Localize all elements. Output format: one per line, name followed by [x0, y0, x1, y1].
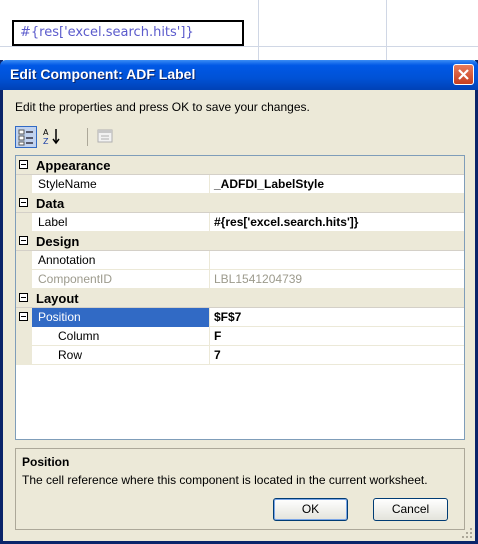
property-name: Position: [38, 310, 81, 324]
property-name: ComponentID: [38, 272, 113, 286]
collapse-icon[interactable]: [19, 236, 28, 245]
property-row-stylename[interactable]: StyleName _ADFDI_LabelStyle: [16, 175, 464, 194]
collapse-icon[interactable]: [19, 312, 28, 321]
property-value: LBL1541204739: [214, 272, 303, 286]
alphabetical-button[interactable]: A Z: [41, 126, 63, 148]
categorized-icon: [18, 129, 33, 146]
property-row-label[interactable]: Label #{res['excel.search.hits']}: [16, 213, 464, 232]
excel-selected-cell[interactable]: #{res['excel.search.hits']}: [12, 20, 244, 46]
collapse-icon[interactable]: [19, 293, 28, 302]
svg-text:A: A: [43, 128, 49, 137]
excel-gridline: [258, 0, 259, 60]
excel-gridline: [386, 0, 387, 60]
property-name: Annotation: [38, 253, 96, 267]
close-button[interactable]: [453, 64, 474, 85]
category-label: Design: [36, 234, 80, 249]
property-pages-icon: [97, 129, 113, 143]
category-data[interactable]: Data: [16, 194, 464, 213]
property-value[interactable]: 7: [214, 348, 221, 362]
property-name: Row: [58, 348, 83, 362]
property-name: Label: [38, 215, 68, 229]
dialog-title: Edit Component: ADF Label: [10, 66, 196, 82]
sort-az-icon: A Z: [43, 128, 60, 146]
resize-grip-icon[interactable]: [461, 527, 473, 539]
property-row-row[interactable]: Row 7: [16, 346, 464, 365]
category-label: Appearance: [36, 158, 111, 173]
property-row-column[interactable]: Column F: [16, 327, 464, 346]
category-design[interactable]: Design: [16, 232, 464, 251]
property-pages-button[interactable]: [95, 126, 117, 148]
instructions-text: Edit the properties and press OK to save…: [15, 100, 310, 114]
grid-gutter: [16, 270, 32, 289]
property-value[interactable]: #{res['excel.search.hits']}: [214, 215, 358, 229]
category-label: Data: [36, 196, 65, 211]
grid-gutter: [16, 213, 32, 232]
categorized-button[interactable]: [15, 126, 37, 148]
excel-gridline: [0, 46, 478, 47]
property-value[interactable]: _ADFDI_LabelStyle: [214, 177, 324, 191]
property-row-position[interactable]: Position $F$7: [16, 308, 464, 327]
cancel-button[interactable]: Cancel: [373, 498, 448, 521]
grid-gutter: [16, 251, 32, 270]
grid-gutter: [16, 175, 32, 194]
category-appearance[interactable]: Appearance: [16, 156, 464, 175]
property-name: Column: [58, 329, 100, 343]
svg-text:Z: Z: [43, 137, 49, 146]
description-text: The cell reference where this component …: [22, 473, 428, 487]
title-bar[interactable]: Edit Component: ADF Label: [0, 60, 478, 90]
grid-gutter: [16, 346, 32, 365]
close-icon: [458, 69, 469, 80]
property-grid-toolbar: A Z: [15, 126, 135, 150]
property-row-componentid[interactable]: ComponentID LBL1541204739: [16, 270, 464, 289]
description-title: Position: [22, 455, 70, 469]
category-label: Layout: [36, 291, 79, 306]
toolbar-separator: [87, 128, 88, 146]
ok-button[interactable]: OK: [273, 498, 348, 521]
property-row-annotation[interactable]: Annotation: [16, 251, 464, 270]
property-value[interactable]: F: [214, 329, 221, 343]
property-name: StyleName: [38, 177, 97, 191]
collapse-icon[interactable]: [19, 160, 28, 169]
property-value[interactable]: $F$7: [214, 310, 241, 324]
category-layout[interactable]: Layout: [16, 289, 464, 308]
edit-component-dialog: Edit Component: ADF Label Edit the prope…: [0, 60, 478, 544]
excel-worksheet: #{res['excel.search.hits']}: [0, 0, 478, 60]
grid-gutter: [16, 327, 32, 346]
property-grid: Appearance StyleName _ADFDI_LabelStyle D…: [15, 155, 465, 440]
collapse-icon[interactable]: [19, 198, 28, 207]
